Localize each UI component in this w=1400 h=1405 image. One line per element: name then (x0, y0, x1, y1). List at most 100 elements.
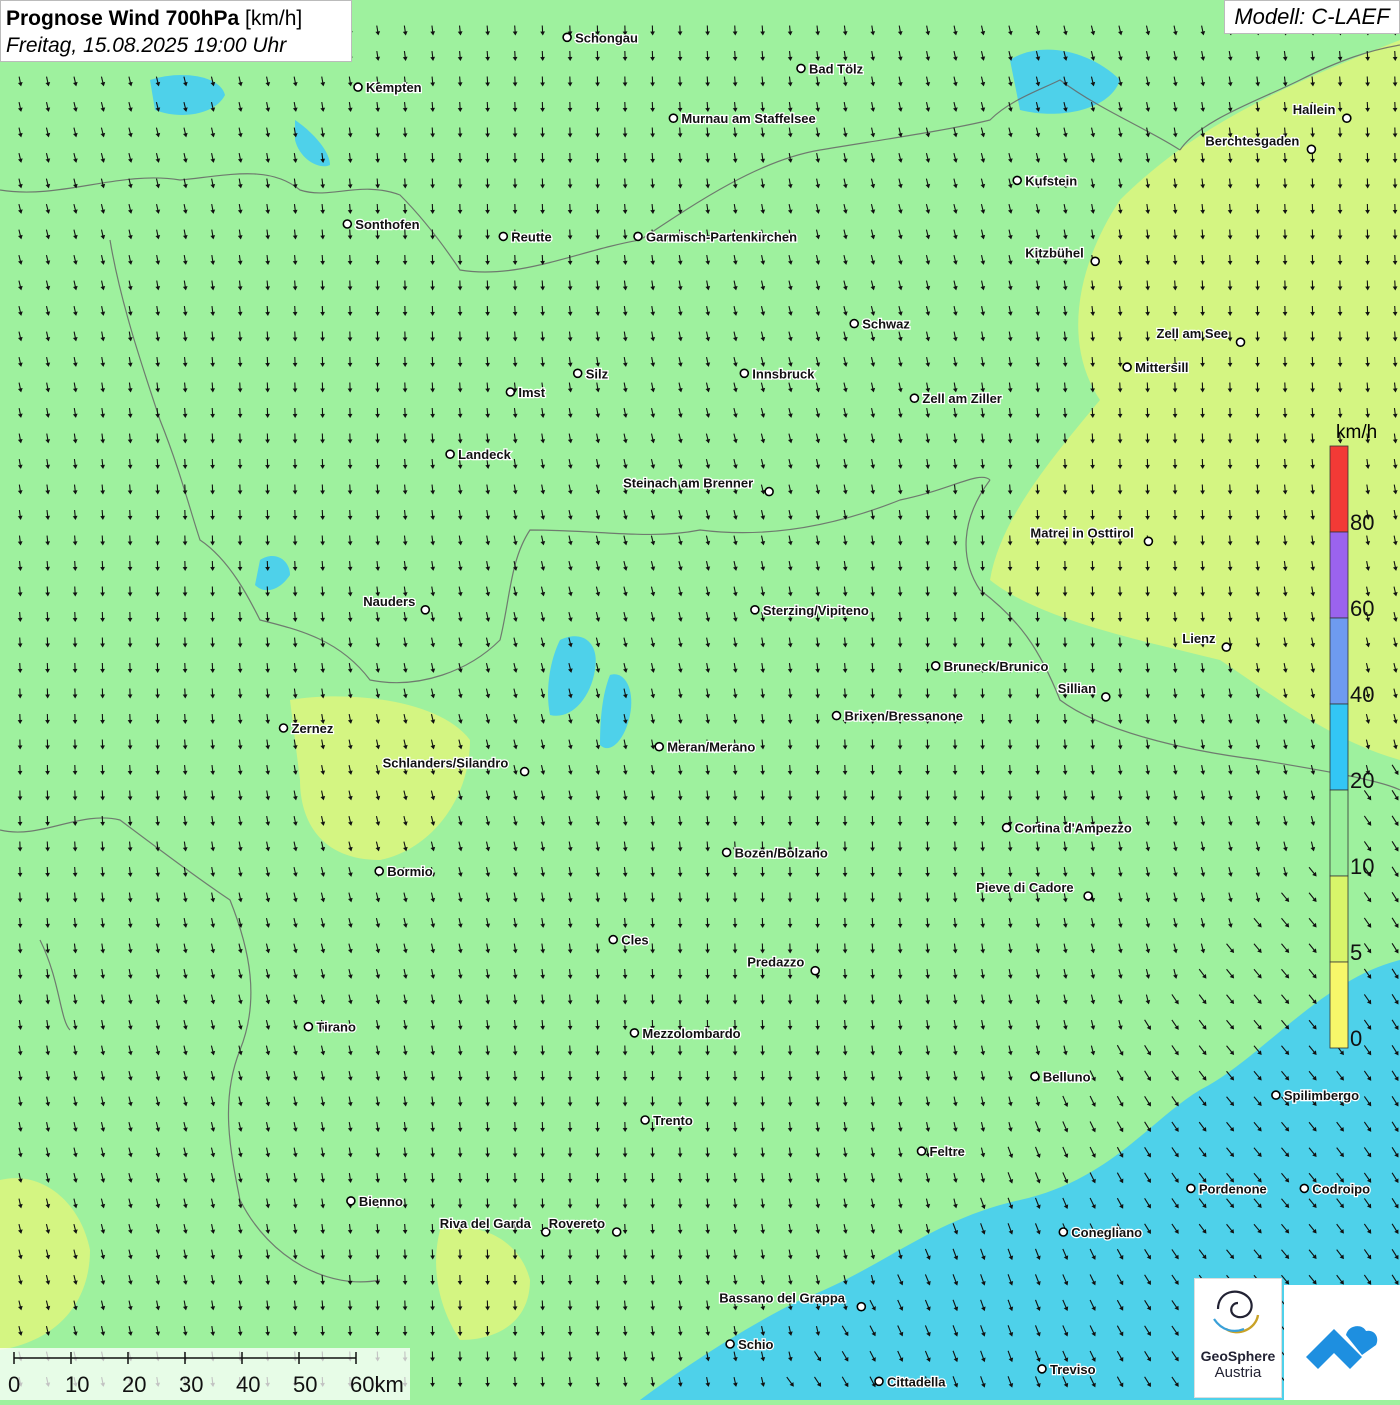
city-label: Sillian (1058, 681, 1096, 696)
city-marker-icon (1272, 1091, 1280, 1099)
city-marker-icon (563, 33, 571, 41)
city-marker-icon (765, 488, 773, 496)
city-label: Zell am Ziller (922, 391, 1001, 406)
city-label: Zell am See (1157, 326, 1229, 341)
city-marker-icon (1059, 1228, 1067, 1236)
legend-swatch (1330, 876, 1348, 962)
city-marker-icon (797, 64, 805, 72)
city-label: Kempten (366, 80, 422, 95)
city-marker-icon (1102, 693, 1110, 701)
city-label: Sonthofen (355, 217, 419, 232)
city-marker-icon (574, 369, 582, 377)
legend-swatch (1330, 618, 1348, 704)
app-logo[interactable] (1284, 1285, 1400, 1400)
city-label: Conegliano (1071, 1225, 1142, 1240)
city-label: Bruneck/Brunico (944, 659, 1049, 674)
city-marker-icon (304, 1023, 312, 1031)
scale-bar: 0102030405060km (0, 1348, 410, 1400)
city-label: Brixen/Bressanone (845, 709, 964, 724)
city-label: Kufstein (1025, 173, 1077, 188)
title-box: Prognose Wind 700hPa [km/h] Freitag, 15.… (0, 0, 352, 62)
city-label: Pieve di Cadore (976, 880, 1074, 895)
city-marker-icon (1013, 176, 1021, 184)
city-zell-am-ziller: Zell am Ziller (910, 391, 1001, 406)
legend-label: 10 (1350, 854, 1374, 879)
city-label: Innsbruck (752, 366, 815, 381)
title-main: Prognose Wind 700hPa (6, 7, 239, 30)
legend: km/h 806040201050 (1326, 420, 1390, 1060)
city-label: Codroipo (1312, 1181, 1370, 1196)
city-marker-icon (1300, 1184, 1308, 1192)
city-marker-icon (343, 220, 351, 228)
city-marker-icon (751, 606, 759, 614)
city-marker-icon (910, 394, 918, 402)
city-label: Bienno (359, 1194, 403, 1209)
scale-bar-graphic: 0102030405060km (0, 1348, 410, 1400)
city-marker-icon (1187, 1184, 1195, 1192)
legend-label: 5 (1350, 940, 1362, 965)
city-label: Cles (621, 933, 648, 948)
city-spilimbergo: Spilimbergo (1272, 1088, 1359, 1103)
legend-label: 80 (1350, 510, 1374, 535)
city-label: Pordenone (1199, 1181, 1267, 1196)
wind-map[interactable]: SchongauBad TölzKemptenMurnau am Staffel… (0, 0, 1400, 1400)
geosphere-emblem-icon (1208, 1279, 1268, 1341)
city-marker-icon (850, 320, 858, 328)
city-label: Sterzing/Vipiteno (763, 603, 869, 618)
city-marker-icon (1123, 363, 1131, 371)
city-label: Silz (586, 366, 609, 381)
city-label: Steinach am Brenner (623, 476, 753, 491)
city-label: Trento (653, 1113, 693, 1128)
city-label: Mezzolombardo (642, 1026, 740, 1041)
scale-label: 40 (236, 1372, 260, 1397)
city-marker-icon (932, 662, 940, 670)
scale-label: 10 (65, 1372, 89, 1397)
mountain-cloud-icon (1284, 1285, 1400, 1400)
city-label: Meran/Merano (667, 740, 755, 755)
geosphere-logo-line2: Austria (1195, 1364, 1281, 1381)
city-marker-icon (280, 724, 288, 732)
city-label: Feltre (930, 1144, 965, 1159)
city-marker-icon (499, 232, 507, 240)
legend-label: 40 (1350, 682, 1374, 707)
city-label: Bozen/Bolzano (735, 845, 828, 860)
city-marker-icon (740, 369, 748, 377)
city-label: Imst (518, 385, 545, 400)
city-label: Treviso (1050, 1362, 1096, 1377)
geosphere-logo[interactable]: GeoSphere Austria (1194, 1278, 1282, 1398)
city-label: Belluno (1043, 1069, 1091, 1084)
city-garmisch-partenkirchen: Garmisch-Partenkirchen (634, 229, 797, 244)
city-marker-icon (421, 606, 429, 614)
city-label: Predazzo (747, 955, 804, 970)
city-cortina-d-ampezzo: Cortina d'Ampezzo (1003, 821, 1132, 836)
city-label: Cittadella (887, 1374, 946, 1389)
city-label: Matrei in Osttirol (1030, 525, 1133, 540)
city-label: Lienz (1182, 631, 1216, 646)
title-unit: [km/h] (245, 7, 302, 30)
city-label: Landeck (458, 447, 512, 462)
city-label: Berchtesgaden (1205, 133, 1299, 148)
city-marker-icon (833, 712, 841, 720)
city-label: Murnau am Staffelsee (681, 111, 815, 126)
city-label: Garmisch-Partenkirchen (646, 229, 797, 244)
city-mezzolombardo: Mezzolombardo (630, 1026, 740, 1041)
city-marker-icon (811, 967, 819, 975)
city-bruneck-brunico: Bruneck/Brunico (932, 659, 1049, 674)
city-marker-icon (723, 848, 731, 856)
city-label: Schio (738, 1337, 773, 1352)
city-label: Spilimbergo (1284, 1088, 1359, 1103)
scale-label: 30 (179, 1372, 203, 1397)
city-label: Nauders (363, 594, 415, 609)
city-label: Zernez (292, 721, 334, 736)
city-pordenone: Pordenone (1187, 1181, 1267, 1196)
legend-label: 0 (1350, 1026, 1362, 1051)
city-marker-icon (347, 1197, 355, 1205)
city-marker-icon (1343, 114, 1351, 122)
city-meran-merano: Meran/Merano (655, 740, 755, 755)
scale-label: 60km (350, 1372, 404, 1397)
legend-label: 60 (1350, 596, 1374, 621)
city-label: Bormio (387, 864, 433, 879)
city-marker-icon (726, 1340, 734, 1348)
city-marker-icon (1031, 1072, 1039, 1080)
city-schongau: Schongau (563, 30, 638, 45)
